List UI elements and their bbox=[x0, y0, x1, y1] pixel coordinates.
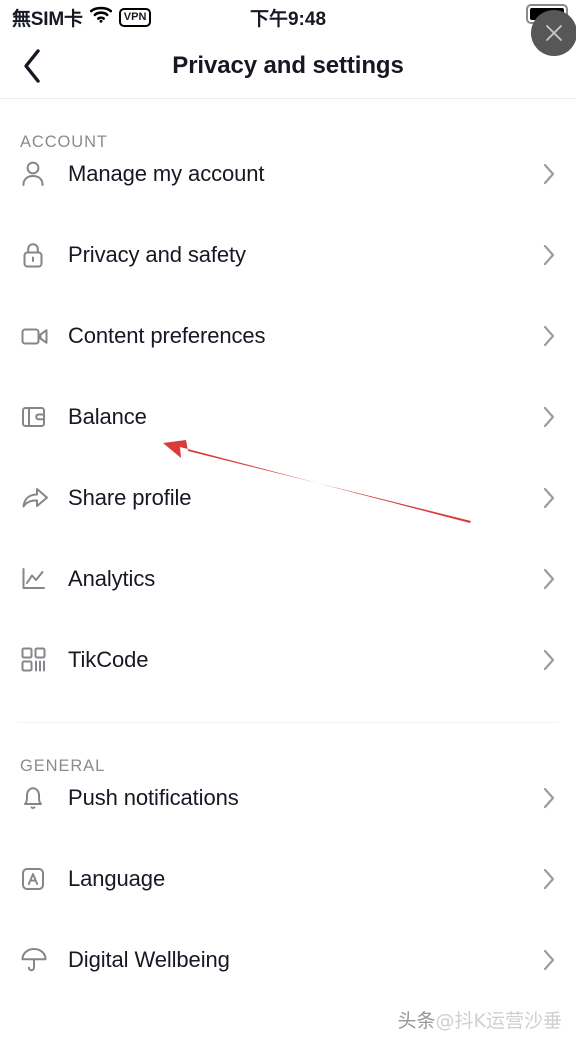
list-item-label: Digital Wellbeing bbox=[68, 946, 230, 972]
person-icon bbox=[20, 160, 54, 188]
chart-line-icon bbox=[20, 566, 54, 592]
list-item-digital-wellbeing[interactable]: Digital Wellbeing bbox=[0, 919, 576, 1000]
list-item-privacy-and-safety[interactable]: Privacy and safety bbox=[0, 214, 576, 295]
wifi-icon bbox=[89, 6, 112, 29]
letter-a-box-icon bbox=[20, 866, 54, 892]
list-item-language[interactable]: Language bbox=[0, 838, 576, 919]
list-item-label: Push notifications bbox=[68, 784, 239, 810]
chevron-right-icon bbox=[542, 324, 556, 348]
chevron-right-icon bbox=[542, 243, 556, 267]
section-header-account: ACCOUNT bbox=[20, 133, 108, 151]
watermark-prefix: 头条 bbox=[397, 1010, 436, 1032]
nav-header: Privacy and settings bbox=[0, 34, 576, 99]
chevron-right-icon bbox=[542, 948, 556, 972]
list-item-label: Balance bbox=[68, 403, 147, 429]
status-bar: 無SIM卡 VPN 下午9:48 bbox=[0, 0, 576, 56]
watermark-handle: @抖K运营沙垂 bbox=[435, 1010, 562, 1032]
chevron-right-icon bbox=[542, 567, 556, 591]
list-item-label: Manage my account bbox=[68, 160, 265, 186]
carrier-label: 無SIM卡 bbox=[12, 8, 83, 30]
lock-icon bbox=[20, 241, 54, 269]
list-item-analytics[interactable]: Analytics bbox=[0, 538, 576, 619]
list-item-label: TikCode bbox=[68, 646, 149, 672]
chevron-right-icon bbox=[542, 786, 556, 810]
section-general: GENERAL Push notifications Language Digi… bbox=[0, 723, 576, 1000]
chevron-left-icon bbox=[24, 49, 40, 83]
list-item-balance[interactable]: Balance bbox=[0, 376, 576, 457]
chevron-right-icon bbox=[542, 486, 556, 510]
list-item-manage-my-account[interactable]: Manage my account bbox=[0, 133, 576, 214]
umbrella-icon bbox=[20, 946, 54, 973]
chevron-right-icon bbox=[542, 405, 556, 429]
list-item-label: Content preferences bbox=[68, 322, 266, 348]
chevron-right-icon bbox=[542, 648, 556, 672]
list-item-label: Privacy and safety bbox=[68, 241, 246, 267]
status-bar-left: 無SIM卡 VPN bbox=[12, 4, 152, 31]
chevron-right-icon bbox=[542, 162, 556, 186]
vpn-badge: VPN bbox=[118, 7, 152, 27]
page-title: Privacy and settings bbox=[172, 52, 404, 79]
wallet-icon bbox=[20, 404, 54, 430]
list-item-content-preferences[interactable]: Content preferences bbox=[0, 295, 576, 376]
share-arrow-icon bbox=[20, 484, 54, 512]
chevron-right-icon bbox=[542, 867, 556, 891]
list-item-label: Language bbox=[68, 865, 166, 891]
section-account: ACCOUNT Manage my account Privacy and sa… bbox=[0, 99, 576, 700]
section-header-general: GENERAL bbox=[20, 757, 106, 775]
bell-icon bbox=[20, 784, 54, 812]
list-item-label: Analytics bbox=[68, 565, 156, 591]
list-item-share-profile[interactable]: Share profile bbox=[0, 457, 576, 538]
back-button[interactable] bbox=[0, 35, 62, 97]
list-item-label: Share profile bbox=[68, 484, 192, 510]
qr-code-icon bbox=[20, 646, 54, 673]
watermark: 头条@抖K运营沙垂 bbox=[398, 1006, 562, 1033]
list-item-tikcode[interactable]: TikCode bbox=[0, 619, 576, 700]
video-camera-icon bbox=[20, 323, 54, 349]
list-item-push-notifications[interactable]: Push notifications bbox=[0, 757, 576, 838]
